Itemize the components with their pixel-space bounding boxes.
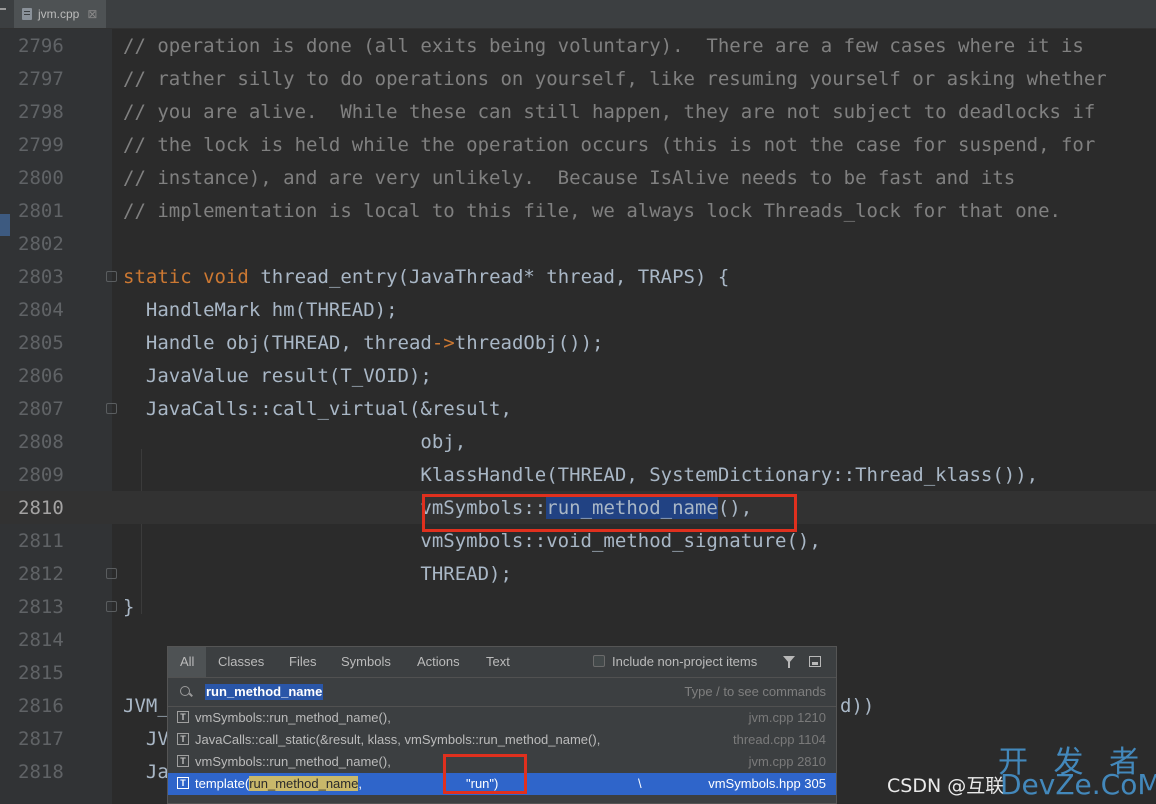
code-line: 2802 [18, 233, 64, 255]
code-line: 2812 THREAD); [18, 563, 512, 585]
search-hint: Type / to see commands [684, 684, 826, 699]
code-line: 2797// rather silly to do operations on … [18, 68, 1107, 90]
code-line: 2804 HandleMark hm(THREAD); [18, 299, 398, 321]
result-line-continuation: \ [638, 776, 642, 791]
match-highlight: run_method_name [249, 776, 359, 791]
result-text: vmSymbols::run_method_name(), [195, 710, 391, 725]
text-icon: T [177, 711, 189, 723]
search-icon [180, 686, 190, 696]
watermark-csdn: CSDN @互联 [887, 775, 1005, 797]
editor-tab-bar: jvm.cpp ⊠ [0, 0, 1156, 29]
close-icon[interactable]: ⊠ [87, 7, 97, 21]
result-location: jvm.cpp 1210 [748, 710, 826, 725]
watermark-site: DevZe.CoM [1000, 768, 1156, 801]
result-text: vmSymbols::run_method_name(), [195, 754, 391, 769]
result-row[interactable]: T vmSymbols::run_method_name(), jvm.cpp … [168, 707, 836, 729]
tool-window-marker [0, 8, 6, 10]
annotation-box-code [422, 494, 797, 532]
filter-icon[interactable] [783, 656, 795, 668]
tab-label: jvm.cpp [38, 7, 80, 21]
result-text: JavaCalls::call_static(&result, klass, v… [195, 732, 601, 747]
code-line: 2808 obj, [18, 431, 467, 453]
tab-symbols[interactable]: Symbols [329, 647, 403, 677]
result-row[interactable]: T JavaCalls::call_static(&result, klass,… [168, 729, 836, 751]
fold-icon[interactable] [106, 601, 117, 612]
popup-tab-bar: All Classes Files Symbols Actions Text I… [168, 647, 836, 678]
code-line: 2807 JavaCalls::call_virtual(&result, [18, 398, 512, 420]
code-line: 2809 KlassHandle(THREAD, SystemDictionar… [18, 464, 1039, 486]
result-location: jvm.cpp 2810 [748, 754, 826, 769]
result-location: thread.cpp 1104 [733, 732, 826, 747]
code-line: 2803 static void thread_entry(JavaThread… [18, 266, 730, 288]
code-line: 2800// instance), and are very unlikely.… [18, 167, 1016, 189]
text-icon: T [177, 755, 189, 767]
code-line: 2805 Handle obj(THREAD, thread->threadOb… [18, 332, 604, 354]
result-text: template(run_method_name, [195, 776, 362, 791]
tab-all[interactable]: All [168, 647, 207, 677]
code-line: 2799// the lock is held while the operat… [18, 134, 1096, 156]
preview-icon[interactable] [809, 656, 821, 667]
result-location: vmSymbols.hpp 305 [708, 776, 826, 791]
include-non-project-label: Include non-project items [612, 654, 758, 669]
code-line: 2801// implementation is local to this f… [18, 200, 1061, 222]
code-line: 2796// operation is done (all exits bein… [18, 35, 1084, 57]
arrow-operator: -> [431, 332, 455, 354]
code-line: 2806 JavaValue result(T_VOID); [18, 365, 432, 387]
tab-actions[interactable]: Actions [405, 647, 472, 677]
annotation-box-result [443, 754, 527, 794]
keyword: void [203, 266, 249, 288]
search-input[interactable]: run_method_name [205, 684, 324, 700]
tab-classes[interactable]: Classes [206, 647, 276, 677]
keyword: static [123, 266, 192, 288]
search-field[interactable]: run_method_name Type / to see commands [168, 678, 836, 707]
tab-text[interactable]: Text [474, 647, 522, 677]
tab-files[interactable]: Files [277, 647, 328, 677]
text-icon: T [177, 733, 189, 745]
fold-icon[interactable] [106, 403, 117, 414]
fold-icon[interactable] [106, 568, 117, 579]
text-icon: T [177, 777, 189, 789]
include-non-project-checkbox[interactable] [593, 655, 605, 667]
fold-icon[interactable] [106, 271, 117, 282]
tab-jvm-cpp[interactable]: jvm.cpp ⊠ [14, 0, 106, 28]
cpp-file-icon [22, 8, 32, 20]
code-line: 2813} [18, 596, 135, 618]
code-line: 2798// you are alive. While these can st… [18, 101, 1096, 123]
